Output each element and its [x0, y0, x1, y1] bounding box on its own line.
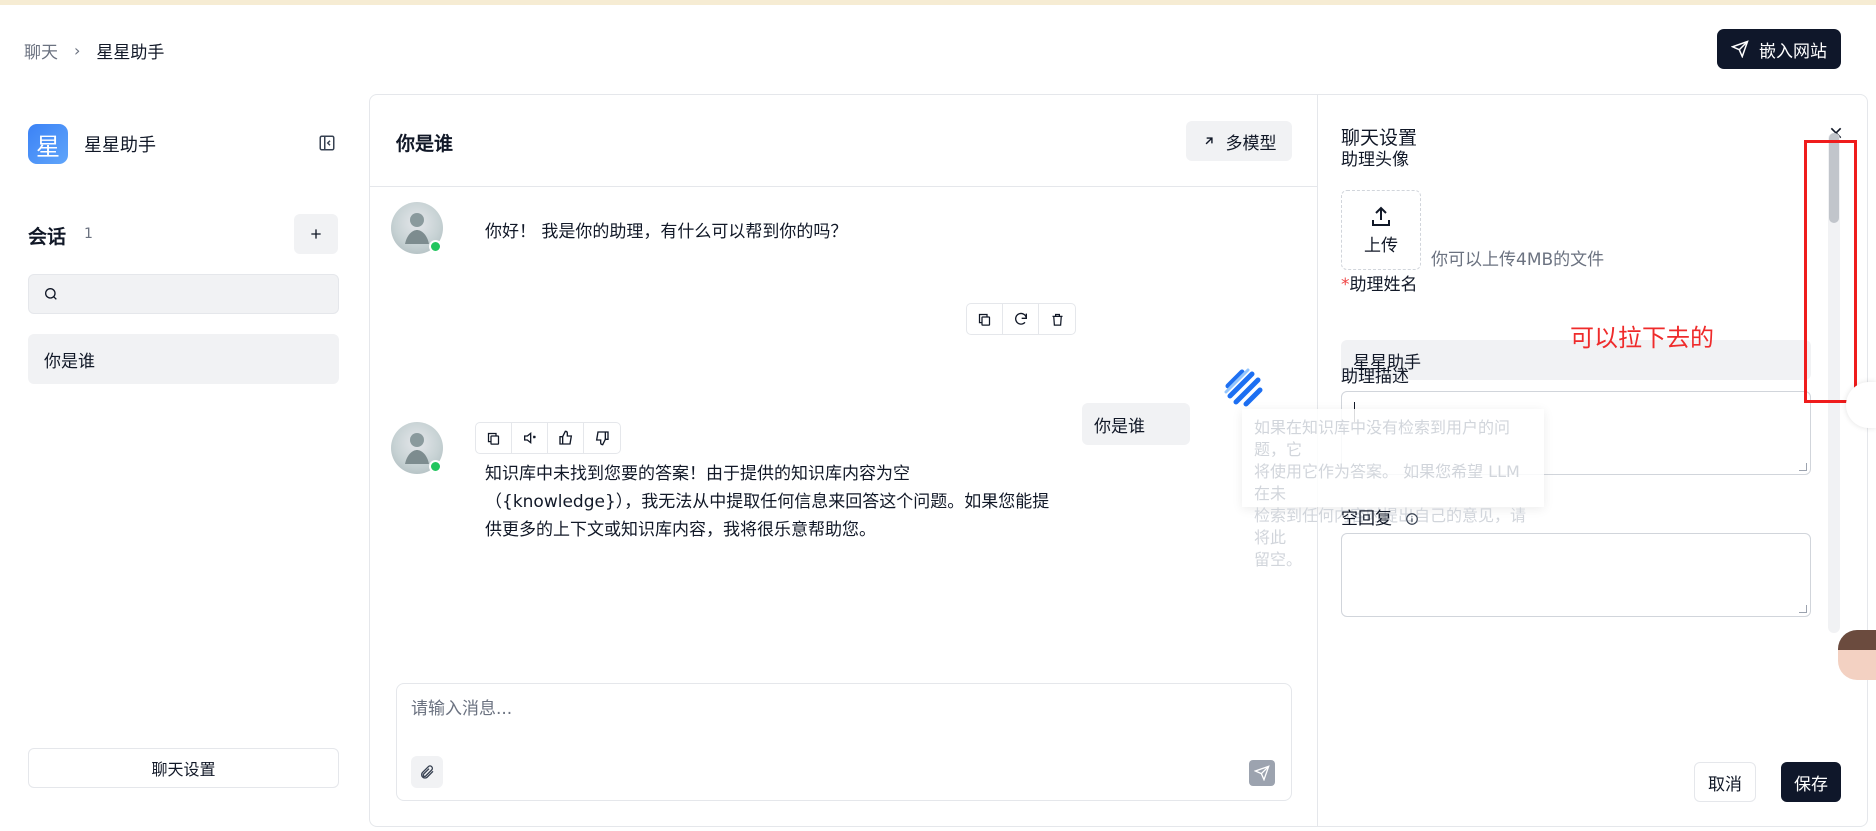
cancel-button[interactable]: 取消	[1694, 762, 1756, 802]
user-message-text: 你是谁	[1094, 416, 1145, 437]
floating-avatar-widget[interactable]	[1838, 630, 1876, 680]
arrow-up-right-icon	[1205, 137, 1213, 145]
tooltip-line: 如果在知识库中没有检索到用户的问题，它	[1254, 418, 1511, 459]
regenerate-button[interactable]	[1003, 304, 1039, 334]
multi-model-button[interactable]: 多模型	[1186, 121, 1292, 161]
assistant-description-label: 助理描述	[1341, 367, 1409, 387]
chat-card: 你是谁 多模型 你好！ 我是你的助理，有什么可以帮到你的吗？ 你是谁 知识库中未…	[369, 94, 1868, 827]
online-status-dot	[429, 240, 442, 253]
chat-column: 你是谁 多模型 你好！ 我是你的助理，有什么可以帮到你的吗？ 你是谁 知识库中未…	[370, 95, 1318, 826]
attach-file-button[interactable]	[411, 756, 443, 788]
sessions-heading: 会话	[28, 226, 67, 248]
send-icon	[1731, 40, 1749, 58]
delete-button[interactable]	[1039, 304, 1075, 334]
annotation-highlight-box	[1804, 140, 1857, 403]
assistant-message-line: （{knowledge}），我无法从中提取任何信息来回答这个问题。如果您能提	[485, 492, 1050, 512]
chat-header: 你是谁 多模型	[370, 95, 1318, 187]
top-accent-line	[0, 0, 1876, 5]
sidebar: 星 星星助手 会话 1 你是谁 聊天设置	[28, 120, 340, 800]
send-icon	[1254, 765, 1270, 781]
message-composer	[396, 683, 1292, 801]
copy-icon	[487, 432, 500, 445]
annotation-note: 可以拉下去的	[1570, 324, 1714, 352]
assistant-message-text: 你好！ 我是你的助理，有什么可以帮到你的吗？	[485, 222, 848, 242]
empty-reply-label-text: 空回复	[1341, 509, 1392, 529]
user-avatar-icon	[1224, 368, 1263, 407]
session-search	[28, 274, 339, 314]
message-input[interactable]	[411, 694, 1271, 744]
upload-label: 上传	[1364, 235, 1398, 256]
like-button[interactable]	[548, 423, 584, 453]
empty-reply-input[interactable]	[1341, 533, 1811, 617]
avatar-label: 助理头像	[1341, 150, 1409, 170]
assistant-name-label-text: 助理姓名	[1349, 275, 1418, 295]
copy-icon	[978, 313, 991, 326]
sidebar-collapse-icon[interactable]	[318, 134, 336, 152]
chat-title: 你是谁	[396, 133, 454, 155]
online-status-dot	[429, 460, 442, 473]
session-item-label: 你是谁	[44, 351, 95, 372]
refresh-icon	[1014, 312, 1027, 325]
breadcrumb-current: 星星助手	[96, 43, 165, 63]
sessions-count: 1	[84, 226, 93, 242]
assistant-message-line: 供更多的上下文或知识库内容，我将很乐意帮助您。	[485, 520, 876, 540]
tooltip-line: 将使用它作为答案。 如果您希望 LLM 在未	[1254, 462, 1520, 503]
thumbs-up-icon	[558, 430, 572, 445]
session-search-input[interactable]	[69, 281, 329, 309]
send-message-button[interactable]	[1249, 760, 1275, 786]
session-item[interactable]: 你是谁	[28, 334, 339, 384]
assistant-message-line: 知识库中未找到您要的答案！由于提供的知识库内容为空	[485, 464, 910, 484]
chevron-right-icon: ›	[74, 41, 81, 60]
embed-website-label: 嵌入网站	[1759, 41, 1827, 62]
breadcrumb-root-link[interactable]: 聊天	[24, 38, 58, 63]
info-icon[interactable]	[1405, 512, 1419, 526]
chat-settings-panel: 聊天设置 助理头像 上传 你可以上传4MB的文件 *助理姓名 星星助手 助理描述…	[1242, 95, 1868, 826]
breadcrumb: 聊天 › 星星助手	[24, 38, 164, 63]
paperclip-icon	[421, 765, 434, 779]
upload-icon	[1372, 206, 1390, 226]
copy-button[interactable]	[476, 423, 512, 453]
upload-hint: 你可以上传4MB的文件	[1431, 250, 1605, 270]
embed-website-button[interactable]: 嵌入网站	[1717, 29, 1841, 69]
assistant-header: 星 星星助手	[28, 124, 156, 164]
assistant-avatar: 星	[28, 124, 68, 164]
multi-model-label: 多模型	[1225, 133, 1277, 154]
new-session-button[interactable]	[294, 214, 338, 254]
user-message-bubble: 你是谁	[1082, 403, 1190, 445]
search-icon	[45, 288, 57, 300]
thumbs-down-icon	[595, 431, 609, 446]
plus-icon	[311, 229, 321, 239]
chat-settings-button[interactable]: 聊天设置	[28, 748, 339, 788]
assistant-name-label: *助理姓名	[1341, 270, 1418, 295]
dislike-button[interactable]	[584, 423, 620, 453]
empty-reply-tooltip: 如果在知识库中没有检索到用户的问题，它 将使用它作为答案。 如果您希望 LLM …	[1242, 409, 1544, 569]
speaker-icon	[523, 431, 536, 445]
read-aloud-button[interactable]	[512, 423, 548, 453]
user-message-toolbar	[966, 303, 1076, 335]
resize-handle[interactable]	[1799, 463, 1807, 471]
assistant-message-toolbar	[475, 422, 621, 454]
required-mark: *	[1341, 275, 1350, 295]
empty-reply-label: 空回复	[1341, 504, 1419, 529]
avatar-upload-button[interactable]: 上传	[1341, 190, 1421, 270]
assistant-message-text: 知识库中未找到您要的答案！由于提供的知识库内容为空 （{knowledge}），…	[485, 460, 1049, 544]
save-button[interactable]: 保存	[1781, 762, 1841, 802]
copy-button[interactable]	[967, 304, 1003, 334]
assistant-name: 星星助手	[84, 135, 156, 156]
resize-handle[interactable]	[1799, 605, 1807, 613]
trash-icon	[1052, 313, 1062, 326]
